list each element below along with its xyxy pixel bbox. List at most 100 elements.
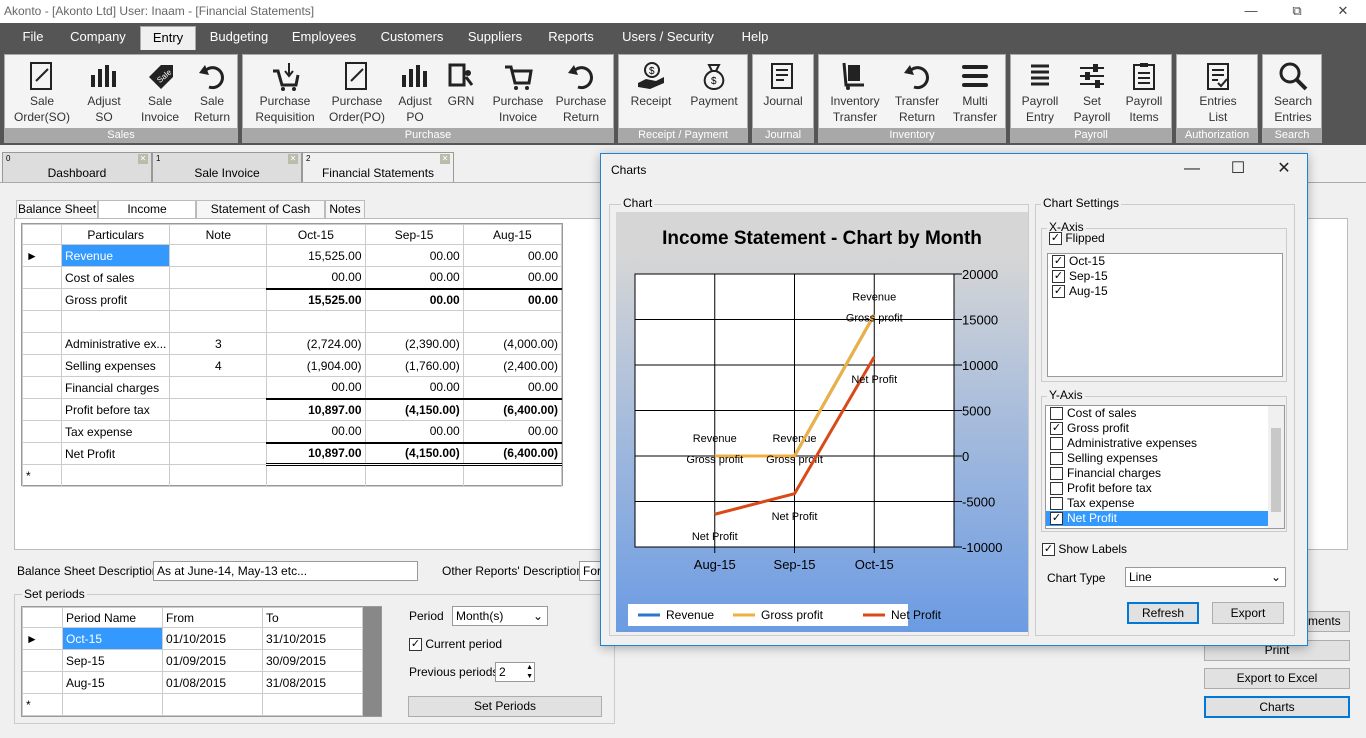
- periods-grid[interactable]: Period Name From To ► Oct-15 01/10/2015 31/10…: [21, 606, 382, 717]
- col-header-period-name[interactable]: Period Name: [62, 607, 163, 628]
- minimize-button[interactable]: —: [1228, 0, 1274, 23]
- transfer-return-button[interactable]: Transfer Return: [889, 55, 945, 129]
- set-periods-button[interactable]: Set Periods: [408, 696, 602, 717]
- tab-notes[interactable]: Notes: [325, 200, 365, 219]
- table-row[interactable]: Selling expenses 4 (1,904.00) (1,760.00) (2,…: [21, 354, 563, 377]
- sale-order-button[interactable]: Sale Order(SO): [9, 55, 75, 129]
- col-header-aug15[interactable]: Aug-15: [462, 224, 563, 245]
- export-button[interactable]: Export: [1212, 602, 1284, 624]
- period-select[interactable]: Month(s) ⌄: [452, 606, 548, 626]
- checkbox-icon[interactable]: [1050, 452, 1063, 466]
- checkbox-icon[interactable]: [1050, 407, 1063, 421]
- menu-help[interactable]: Help: [732, 23, 778, 50]
- adjust-so-button[interactable]: Adjust SO: [77, 55, 131, 129]
- checkbox-icon[interactable]: [1050, 497, 1063, 511]
- income-statement-grid[interactable]: Particulars Note Oct-15 Sep-15 Aug-15 ► R…: [21, 223, 563, 487]
- purchase-order-button[interactable]: Purchase Order(PO): [325, 55, 389, 129]
- sale-return-button[interactable]: Sale Return: [185, 55, 239, 129]
- close-tab-icon[interactable]: ✕: [440, 154, 450, 164]
- list-item[interactable]: Cost of sales: [1046, 406, 1284, 421]
- purchase-invoice-button[interactable]: Purchase Invoice: [487, 55, 549, 129]
- list-item[interactable]: Selling expenses: [1046, 451, 1284, 466]
- table-row[interactable]: ► Revenue 15,525.00 00.00 00.00: [21, 244, 563, 267]
- spin-icon[interactable]: ▲ ▼: [526, 663, 533, 681]
- col-header-from[interactable]: From: [162, 607, 263, 628]
- flipped-checkbox[interactable]: ✓ Flipped: [1049, 231, 1105, 246]
- sale-invoice-button[interactable]: Sale Sale Invoice: [133, 55, 187, 129]
- export-excel-button[interactable]: Export to Excel: [1204, 668, 1350, 689]
- dialog-minimize-button[interactable]: —: [1169, 154, 1215, 184]
- charts-button[interactable]: Charts: [1204, 696, 1350, 718]
- y-list-scrollbar[interactable]: [1268, 406, 1284, 528]
- col-header-oct15[interactable]: Oct-15: [266, 224, 366, 245]
- list-item[interactable]: Tax expense: [1046, 496, 1284, 511]
- menu-reports[interactable]: Reports: [538, 23, 604, 50]
- doc-tab-financial-statements[interactable]: 2 Financial Statements ✕: [302, 152, 454, 183]
- menu-entry[interactable]: Entry: [140, 26, 196, 50]
- inventory-transfer-button[interactable]: Inventory Transfer: [823, 55, 887, 129]
- payroll-items-button[interactable]: Payroll Items: [1119, 55, 1169, 129]
- table-row[interactable]: ► Oct-15 01/10/2015 31/10/2015: [22, 627, 363, 650]
- table-row[interactable]: Gross profit 15,525.00 00.00 00.00: [21, 287, 563, 311]
- current-period-checkbox[interactable]: ✓ Current period: [409, 637, 502, 652]
- tab-income-statement[interactable]: Income Statement: [98, 200, 196, 233]
- table-row[interactable]: Financial charges 00.00 00.00 00.00: [21, 376, 563, 399]
- table-row[interactable]: Administrative ex... 3 (2,724.00) (2,390.00…: [21, 332, 563, 355]
- list-item[interactable]: ✓ Aug-15: [1048, 284, 1282, 299]
- previous-periods-stepper[interactable]: 2 ▲ ▼: [495, 662, 535, 682]
- periods-scrollbar[interactable]: [363, 607, 381, 716]
- tab-cash-flows[interactable]: Statement of Cash Flows: [196, 200, 325, 233]
- list-item[interactable]: ✓ Gross profit: [1046, 421, 1284, 436]
- table-row[interactable]: Tax expense 00.00 00.00 00.00: [21, 420, 563, 443]
- list-item[interactable]: ✓ Sep-15: [1048, 269, 1282, 284]
- payroll-entry-button[interactable]: Payroll Entry: [1015, 55, 1065, 129]
- checkbox-icon[interactable]: [1050, 437, 1063, 451]
- checkbox-icon[interactable]: ✓: [1050, 512, 1063, 526]
- set-payroll-button[interactable]: Set Payroll: [1067, 55, 1117, 129]
- col-header-particulars[interactable]: Particulars: [61, 224, 171, 245]
- menu-customers[interactable]: Customers: [372, 23, 452, 50]
- menu-file[interactable]: File: [12, 23, 54, 50]
- doc-tab-sale-invoice[interactable]: 1 Sale Invoice ✕: [152, 152, 302, 183]
- checkbox-icon[interactable]: [1050, 467, 1063, 481]
- grn-button[interactable]: GRN: [441, 55, 481, 129]
- table-row[interactable]: [21, 310, 563, 333]
- menu-employees[interactable]: Employees: [284, 23, 364, 50]
- list-item[interactable]: Profit before tax: [1046, 481, 1284, 496]
- checkbox-icon[interactable]: [1050, 482, 1063, 496]
- search-entries-button[interactable]: Search Entries: [1265, 55, 1321, 129]
- new-row[interactable]: *: [21, 464, 563, 487]
- refresh-button[interactable]: Refresh: [1127, 602, 1199, 624]
- close-tab-icon[interactable]: ✕: [288, 154, 298, 164]
- payment-button[interactable]: $ Payment: [683, 55, 745, 129]
- multi-transfer-button[interactable]: Multi Transfer: [947, 55, 1003, 129]
- tab-balance-sheet[interactable]: Balance Sheet: [16, 200, 98, 219]
- table-row[interactable]: Sep-15 01/09/2015 30/09/2015: [22, 649, 363, 672]
- new-row[interactable]: *: [22, 693, 363, 716]
- list-item[interactable]: ✓ Net Profit: [1046, 511, 1284, 526]
- table-row[interactable]: Cost of sales 00.00 00.00 00.00: [21, 266, 563, 289]
- entries-list-button[interactable]: Entries List: [1179, 55, 1257, 129]
- menu-budgeting[interactable]: Budgeting: [202, 23, 276, 50]
- restore-button[interactable]: ⧉: [1274, 0, 1320, 23]
- doc-tab-dashboard[interactable]: 0 Dashboard ✕: [2, 152, 152, 183]
- table-row[interactable]: Profit before tax 10,897.00 (4,150.00) (6,4…: [21, 397, 563, 421]
- table-row[interactable]: Aug-15 01/08/2015 31/08/2015: [22, 671, 363, 694]
- purchase-requisition-button[interactable]: Purchase Requisition: [249, 55, 321, 129]
- chart-type-select[interactable]: Line ⌄: [1125, 567, 1286, 587]
- receipt-button[interactable]: $ Receipt: [621, 55, 681, 129]
- dialog-close-button[interactable]: ✕: [1261, 154, 1307, 184]
- x-axis-list[interactable]: ✓ Oct-15 ✓ Sep-15 ✓ Aug-15: [1047, 253, 1283, 377]
- col-header-sep15[interactable]: Sep-15: [364, 224, 464, 245]
- table-row[interactable]: Net Profit 10,897.00 (4,150.00) (6,400.00): [21, 441, 563, 466]
- menu-company[interactable]: Company: [62, 23, 134, 50]
- show-labels-checkbox[interactable]: ✓ Show Labels: [1042, 542, 1127, 557]
- menu-users-security[interactable]: Users / Security: [612, 23, 724, 50]
- dialog-maximize-button[interactable]: ☐: [1215, 154, 1261, 184]
- checkbox-icon[interactable]: ✓: [1050, 422, 1063, 436]
- col-header-to[interactable]: To: [262, 607, 363, 628]
- list-item[interactable]: Financial charges: [1046, 466, 1284, 481]
- purchase-return-button[interactable]: Purchase Return: [551, 55, 611, 129]
- close-button[interactable]: ✕: [1320, 0, 1366, 23]
- list-item[interactable]: ✓ Oct-15: [1048, 254, 1282, 269]
